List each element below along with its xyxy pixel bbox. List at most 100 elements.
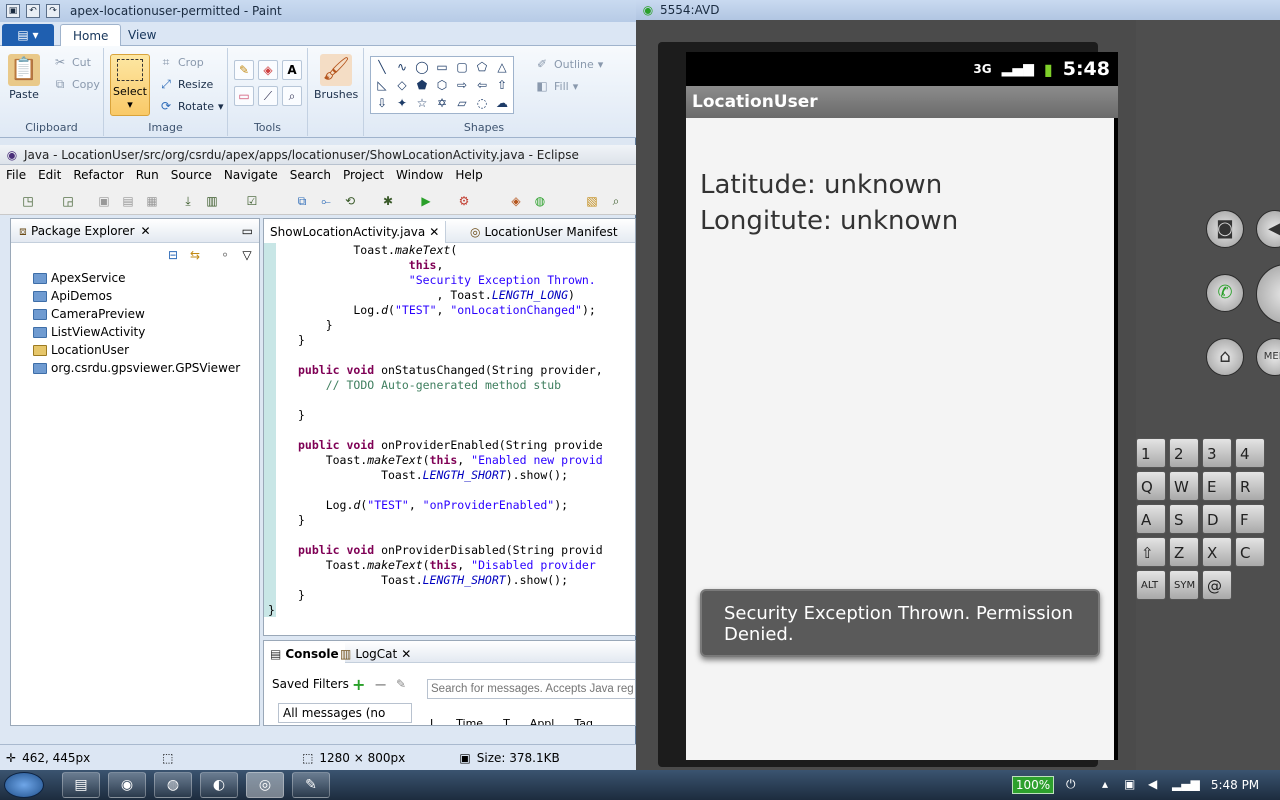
save-icon[interactable]: ▣ <box>6 4 20 18</box>
hexagon-shape-icon[interactable]: ⬡ <box>432 76 452 94</box>
rounded-rect-shape-icon[interactable]: ▢ <box>452 58 472 76</box>
menu-search[interactable]: Search <box>284 168 337 182</box>
menu-edit[interactable]: Edit <box>32 168 67 182</box>
select-button[interactable]: Select ▾ <box>110 54 150 116</box>
cloud-shape-icon[interactable]: ☁ <box>492 94 512 112</box>
debug-icon[interactable]: ✱ <box>380 193 396 209</box>
new-java-class-icon[interactable]: ◈ <box>508 193 524 209</box>
line-shape-icon[interactable]: ╲ <box>372 58 392 76</box>
volume-muted-icon[interactable]: ◀ <box>1148 777 1157 791</box>
keyboard-key[interactable]: SYM <box>1169 570 1199 600</box>
project-item[interactable]: ApiDemos <box>33 287 112 305</box>
power-icon[interactable]: ⏻ <box>1066 777 1076 792</box>
eclipse-taskbar-icon[interactable]: ◐ <box>200 772 238 798</box>
dpad[interactable]: ◂ <box>1256 264 1280 324</box>
avd-taskbar-icon[interactable]: ◎ <box>246 772 284 798</box>
new-package-icon[interactable]: ◲ <box>60 193 76 209</box>
diamond-shape-icon[interactable]: ◇ <box>392 76 412 94</box>
project-item[interactable]: org.csrdu.gpsviewer.GPSViewer <box>33 359 240 377</box>
add-filter-icon[interactable]: + <box>352 675 365 694</box>
triangle-shape-icon[interactable]: △ <box>492 58 512 76</box>
keyboard-key[interactable]: 4 <box>1235 438 1265 468</box>
right-triangle-shape-icon[interactable]: ◺ <box>372 76 392 94</box>
text-icon[interactable]: A <box>282 60 302 80</box>
new-class-icon[interactable]: ◍ <box>532 193 548 209</box>
link-icon[interactable]: ⟜ <box>318 193 334 209</box>
keyboard-key[interactable]: @ <box>1202 570 1232 600</box>
paste-button[interactable]: 📋 Paste <box>8 54 40 101</box>
project-item[interactable]: CameraPreview <box>33 305 145 323</box>
tab-logcat[interactable]: ▥ LogCat ✕ <box>334 643 417 665</box>
crop-button[interactable]: ⌗ Crop <box>158 54 204 70</box>
keyboard-key[interactable]: F <box>1235 504 1265 534</box>
hierarchy-icon[interactable]: ⧉ <box>294 193 310 209</box>
column-header[interactable]: Appl <box>530 717 555 725</box>
close-icon[interactable]: ✕ <box>141 224 151 238</box>
android-sdk-icon[interactable]: ▥ <box>204 193 220 209</box>
external-tools-icon[interactable]: ⚙ <box>456 193 472 209</box>
fill-button[interactable]: ◧ Fill ▾ <box>534 78 578 94</box>
project-item[interactable]: ListViewActivity <box>33 323 145 341</box>
logcat-search-input[interactable] <box>427 679 635 699</box>
curve-shape-icon[interactable]: ∿ <box>392 58 412 76</box>
keyboard-key[interactable]: 1 <box>1136 438 1166 468</box>
checkbox-icon[interactable]: ☑ <box>244 193 260 209</box>
rectangle-shape-icon[interactable]: ▭ <box>432 58 452 76</box>
resize-button[interactable]: ⤢ Resize <box>158 76 213 92</box>
menu-source[interactable]: Source <box>165 168 218 182</box>
copy-button[interactable]: ⧉ Copy <box>52 76 100 92</box>
project-item[interactable]: LocationUser <box>33 341 129 359</box>
menu-window[interactable]: Window <box>390 168 449 182</box>
view-menu-icon[interactable]: ▽ <box>239 247 255 263</box>
column-header[interactable]: Tag <box>574 717 593 725</box>
pencil-icon[interactable]: ✎ <box>234 60 254 80</box>
edit-filter-icon[interactable]: ✎ <box>396 677 406 691</box>
menu-help[interactable]: Help <box>449 168 488 182</box>
arrow-right-shape-icon[interactable]: ⇨ <box>452 76 472 94</box>
keyboard-key[interactable]: Q <box>1136 471 1166 501</box>
keyboard-key[interactable]: 3 <box>1202 438 1232 468</box>
new-icon[interactable]: ◳ <box>20 193 36 209</box>
eraser-icon[interactable]: ▭ <box>234 86 254 106</box>
outline-button[interactable]: ✐ Outline ▾ <box>534 56 603 72</box>
callout-rect-shape-icon[interactable]: ▱ <box>452 94 472 112</box>
keyboard-key[interactable]: ⇧ <box>1136 537 1166 567</box>
pentagon-shape-icon[interactable]: ⬟ <box>412 76 432 94</box>
menu-project[interactable]: Project <box>337 168 390 182</box>
refresh-project-icon[interactable]: ⟲ <box>342 193 358 209</box>
oval-shape-icon[interactable]: ◯ <box>412 58 432 76</box>
tab-show-location-activity[interactable]: ShowLocationActivity.java ✕ <box>264 221 447 243</box>
keyboard-key[interactable]: C <box>1235 537 1265 567</box>
arrow-down-shape-icon[interactable]: ⇩ <box>372 94 392 112</box>
color-picker-icon[interactable]: ⟋ <box>258 86 278 106</box>
keyboard-key[interactable]: S <box>1169 504 1199 534</box>
show-hidden-icons-icon[interactable]: ▴ <box>1102 777 1108 791</box>
paint-taskbar-icon[interactable]: ✎ <box>292 772 330 798</box>
star6-shape-icon[interactable]: ✡ <box>432 94 452 112</box>
keyboard-key[interactable]: R <box>1235 471 1265 501</box>
home-icon[interactable]: ⌂ <box>1206 338 1244 376</box>
undo-icon[interactable]: ↶ <box>26 4 40 18</box>
close-icon[interactable]: ✕ <box>429 221 439 243</box>
rotate-button[interactable]: ⟳ Rotate ▾ <box>158 98 224 114</box>
start-button[interactable] <box>4 772 44 798</box>
column-header[interactable]: L <box>430 717 436 725</box>
arrow-up-shape-icon[interactable]: ⇧ <box>492 76 512 94</box>
menu-refactor[interactable]: Refactor <box>67 168 129 182</box>
collapse-all-icon[interactable]: ⊟ <box>165 247 181 263</box>
filter-list-item[interactable]: All messages (no filters) <box>278 703 412 725</box>
keyboard-key[interactable]: ALT <box>1136 570 1166 600</box>
tab-home[interactable]: Home <box>60 24 122 46</box>
brushes-button[interactable]: 🖌 Brushes <box>314 54 358 101</box>
package-explorer-title[interactable]: Package Explorer <box>31 224 135 238</box>
link-editor-icon[interactable]: ⇆ <box>187 247 203 263</box>
fill-bucket-icon[interactable]: ◈ <box>258 60 278 80</box>
star4-shape-icon[interactable]: ✦ <box>392 94 412 112</box>
chrome-taskbar-icon[interactable]: ◉ <box>108 772 146 798</box>
open-type-icon[interactable]: ▧ <box>584 193 600 209</box>
column-header[interactable]: Time <box>456 717 483 725</box>
menu-button[interactable]: MEN <box>1256 338 1280 376</box>
filter-icon[interactable]: ⚬ <box>217 247 233 263</box>
device-icon[interactable]: ▣ <box>1124 777 1135 791</box>
code-text[interactable]: Toast.makeText( this, "Security Exceptio… <box>268 243 635 635</box>
